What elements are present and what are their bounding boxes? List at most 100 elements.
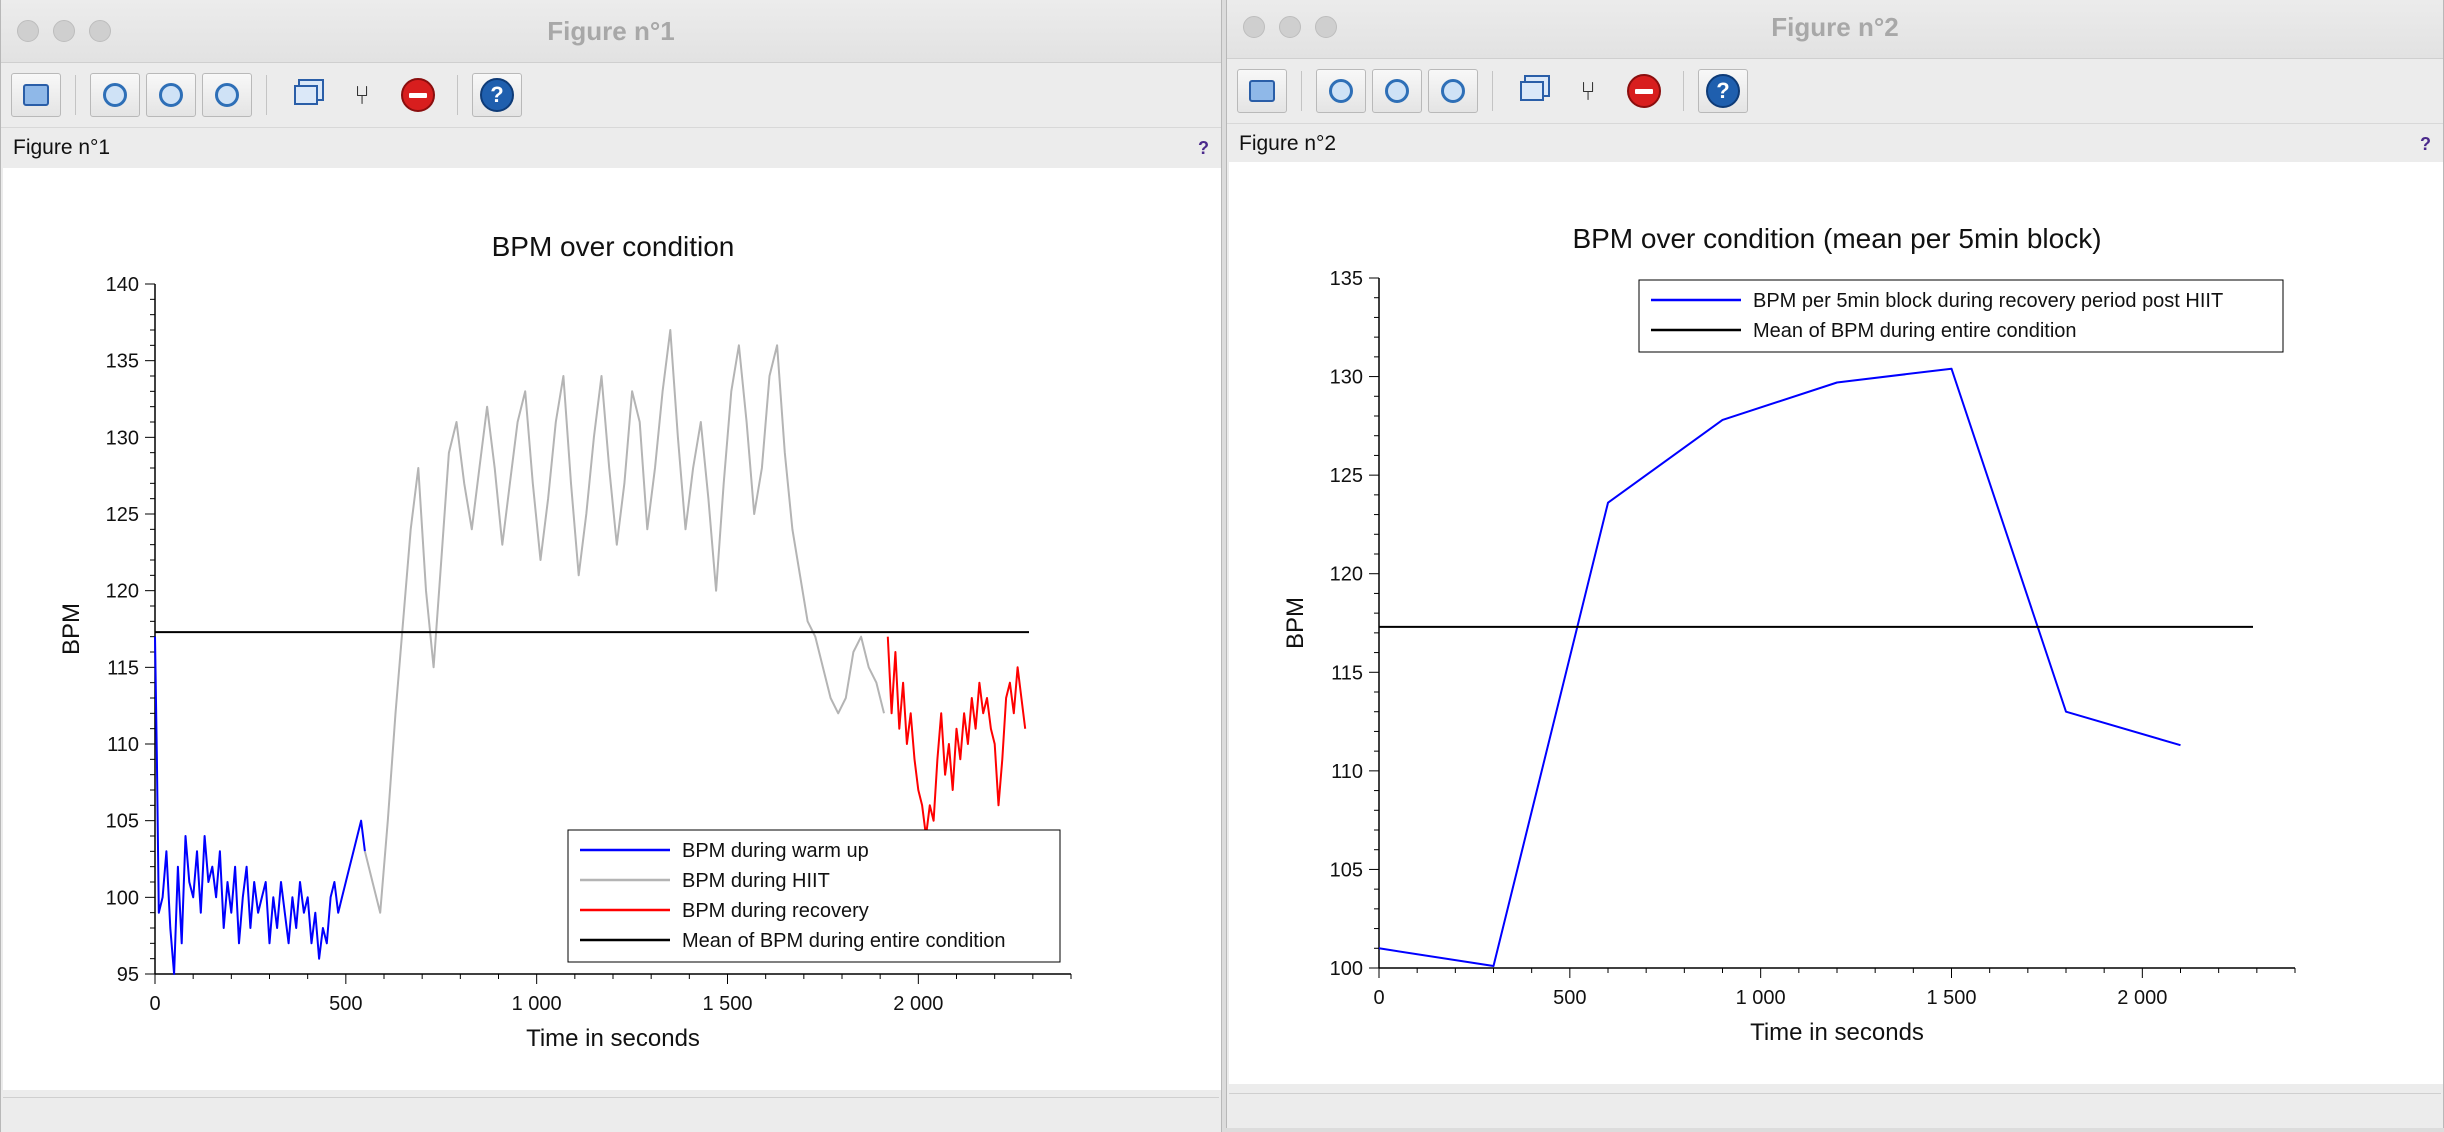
y-tick-label: 105 (1330, 859, 1363, 881)
legend-label: Mean of BPM during entire condition (1753, 320, 2077, 342)
y-axis-label: BPM (58, 603, 85, 655)
select-tool-button[interactable] (1237, 69, 1287, 113)
x-tick-label: 0 (1373, 987, 1384, 1009)
figure-label: Figure n°1 (13, 136, 111, 159)
y-tick-label: 105 (106, 811, 139, 833)
grid-zoom-icon (1329, 79, 1353, 103)
status-bar (1229, 1093, 2441, 1122)
zoom-out-icon (1441, 79, 1465, 103)
x-tick-label: 1 500 (1926, 987, 1976, 1009)
y-tick-label: 130 (1330, 367, 1363, 389)
y-tick-label: 95 (117, 964, 139, 986)
y-tick-label: 135 (1330, 268, 1363, 290)
x-tick-label: 2 000 (2117, 987, 2167, 1009)
chart-title: BPM over condition (mean per 5min block) (1572, 223, 2101, 254)
y-tick-label: 120 (106, 581, 139, 603)
zoom-out-button[interactable] (202, 73, 252, 117)
chart-1: BPM over condition 95 100 105 110 115 120 125 13… (58, 231, 1072, 1052)
x-tick-label: 1 500 (702, 993, 752, 1015)
status-bar (3, 1097, 1219, 1126)
edit-curve-button[interactable]: ⑂ (337, 73, 387, 117)
series-line-0 (154, 636, 366, 975)
zoom-out-icon (215, 83, 239, 107)
figure-label-bar: Figure n°2 ? (1227, 124, 2443, 164)
figure-window-2: Figure n°2 ⑂ ? Figure n°2 ? BPM over con… (1226, 0, 2444, 1128)
window-title: Figure n°1 (547, 16, 675, 46)
y-axis-label: BPM (1282, 597, 1309, 649)
y-tick-label: 125 (106, 504, 139, 526)
select-tool-button[interactable] (11, 73, 61, 117)
legend-label: Mean of BPM during entire condition (682, 930, 1006, 952)
toolbar-separator (75, 75, 76, 115)
zoom-in-icon (1385, 79, 1409, 103)
stop-icon (1627, 74, 1661, 108)
legend-label: BPM during warm up (682, 840, 869, 862)
x-axis-label: Time in seconds (526, 1025, 700, 1052)
title-bar: Figure n°1 (1, 0, 1221, 63)
figure-window-1: Figure n°1 ⑂ ? Figure n°1 ? BPM over con… (0, 0, 1222, 1132)
y-tick-label: 125 (1330, 465, 1363, 487)
zoom-in-button[interactable] (146, 73, 196, 117)
x-tick-label: 1 000 (512, 993, 562, 1015)
help-link[interactable]: ? (1198, 138, 1209, 159)
help-button[interactable]: ? (1698, 69, 1748, 113)
branch-icon: ⑂ (1580, 75, 1596, 106)
stop-button[interactable] (393, 73, 443, 117)
zoom-out-button[interactable] (1428, 69, 1478, 113)
series-line-2 (886, 636, 1027, 837)
plot-area: BPM over condition (mean per 5min block)… (1229, 162, 2443, 1084)
y-tick-label: 115 (107, 657, 139, 679)
figure-label: Figure n°2 (1239, 132, 1337, 155)
zoom-grid-button[interactable] (1316, 69, 1366, 113)
select-icon (1249, 80, 1275, 102)
stop-icon (401, 78, 435, 112)
help-icon: ? (1706, 74, 1740, 108)
select-icon (23, 84, 49, 106)
x-tick-label: 2 000 (893, 993, 943, 1015)
series-line-0 (1378, 367, 2181, 967)
zoom-grid-button[interactable] (90, 73, 140, 117)
zoom-in-icon (159, 83, 183, 107)
toolbar: ⑂ ? (1227, 59, 2443, 124)
window-title: Figure n°2 (1771, 12, 1899, 42)
x-tick-label: 500 (329, 993, 362, 1015)
toolbar: ⑂ ? (1, 63, 1221, 128)
chart-title: BPM over condition (492, 231, 735, 262)
y-tick-label: 100 (1330, 958, 1363, 980)
series-line-1 (363, 329, 885, 914)
datatip-button[interactable] (1507, 69, 1557, 113)
y-tick-label: 130 (106, 427, 139, 449)
datatip-button[interactable] (281, 73, 331, 117)
grid-zoom-icon (103, 83, 127, 107)
x-tick-label: 500 (1553, 987, 1586, 1009)
toolbar-separator (1683, 71, 1684, 111)
figure-label-bar: Figure n°1 ? (1, 128, 1221, 168)
datatip-icon (1520, 81, 1544, 101)
help-link[interactable]: ? (2420, 134, 2431, 155)
y-tick-label: 140 (106, 274, 139, 296)
datatip-icon (294, 85, 318, 105)
chart-2: BPM over condition (mean per 5min block)… (1282, 223, 2296, 1046)
edit-curve-button[interactable]: ⑂ (1563, 69, 1613, 113)
title-bar: Figure n°2 (1227, 0, 2443, 59)
help-button[interactable]: ? (472, 73, 522, 117)
legend-label: BPM during HIIT (682, 870, 830, 892)
y-tick-label: 110 (1331, 761, 1363, 783)
x-tick-label: 1 000 (1736, 987, 1786, 1009)
x-axis-label: Time in seconds (1750, 1019, 1924, 1046)
y-tick-label: 100 (106, 887, 139, 909)
zoom-in-button[interactable] (1372, 69, 1422, 113)
y-tick-label: 115 (1331, 662, 1363, 684)
x-tick-label: 0 (149, 993, 160, 1015)
y-tick-label: 135 (106, 351, 139, 373)
toolbar-separator (266, 75, 267, 115)
legend-label: BPM during recovery (682, 900, 869, 922)
plot-area: BPM over condition 95 100 105 110 115 120 125 13… (3, 168, 1221, 1090)
toolbar-separator (457, 75, 458, 115)
help-icon: ? (480, 78, 514, 112)
branch-icon: ⑂ (354, 79, 370, 110)
y-tick-label: 110 (107, 734, 139, 756)
legend-label: BPM per 5min block during recovery perio… (1753, 290, 2223, 312)
stop-button[interactable] (1619, 69, 1669, 113)
toolbar-separator (1301, 71, 1302, 111)
